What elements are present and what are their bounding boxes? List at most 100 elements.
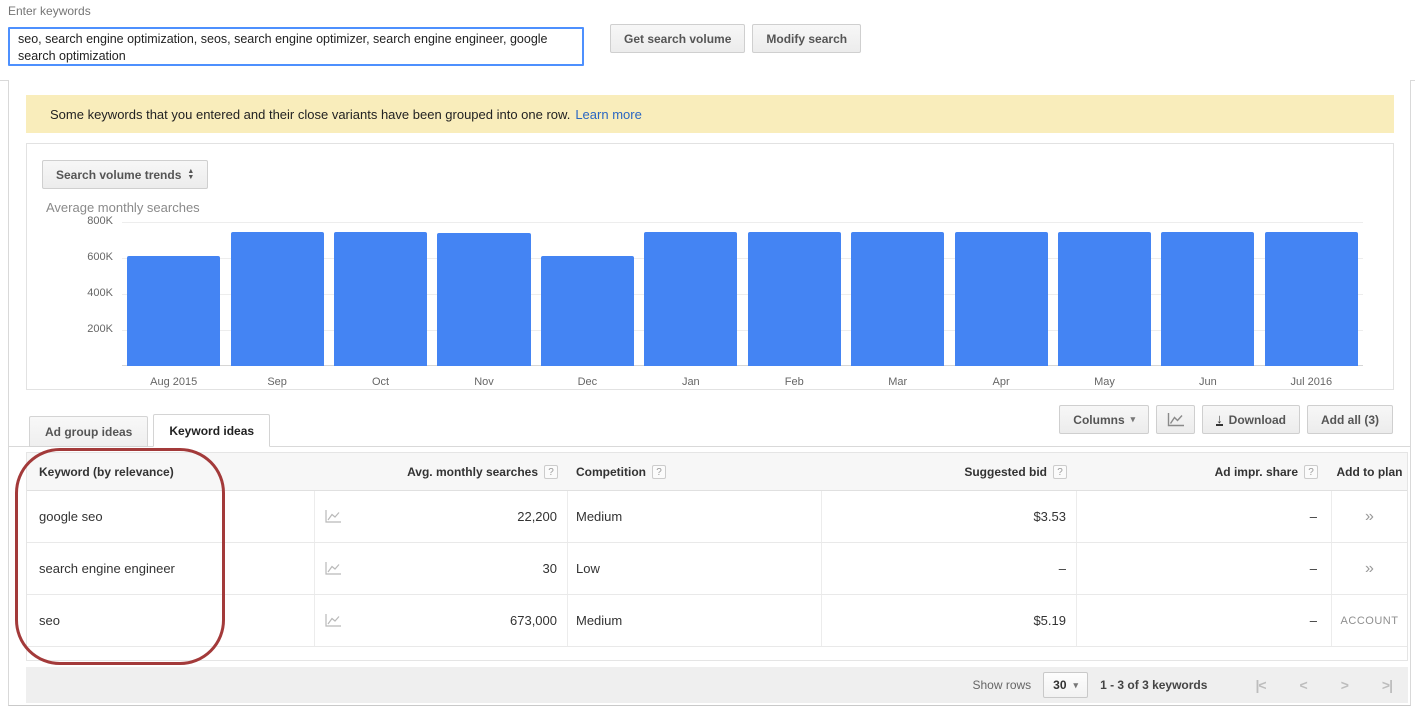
header-keyword-label: Keyword (by relevance) bbox=[39, 465, 174, 479]
chart-bar[interactable] bbox=[748, 232, 841, 366]
x-axis-label: Aug 2015 bbox=[122, 376, 225, 388]
table-row: search engine engineer 30 Low – – » bbox=[27, 543, 1407, 595]
header-suggested-bid[interactable]: Suggested bid ? bbox=[822, 453, 1077, 490]
help-icon[interactable]: ? bbox=[652, 465, 666, 479]
chart-bar[interactable] bbox=[1058, 232, 1151, 366]
ad-impr-share-cell: – bbox=[1077, 543, 1332, 594]
download-button[interactable]: ↓ Download bbox=[1202, 405, 1300, 434]
chart-bar-slot: Mar bbox=[846, 222, 949, 366]
suggested-bid-cell: – bbox=[822, 543, 1077, 594]
chart-bar[interactable] bbox=[334, 232, 427, 366]
chart-subtitle: Average monthly searches bbox=[46, 200, 200, 215]
header-plan-label: Add to plan bbox=[1337, 465, 1403, 479]
avg-searches-value: 30 bbox=[543, 561, 557, 576]
keyword-cell: google seo bbox=[27, 491, 315, 542]
chart-bar[interactable] bbox=[127, 256, 220, 366]
competition-cell: Medium bbox=[568, 595, 822, 646]
avg-searches-cell: 30 bbox=[315, 543, 568, 594]
table-row: seo 673,000 Medium $5.19 – ACCOUNT bbox=[27, 595, 1407, 647]
chart-bar-slot: Jun bbox=[1156, 222, 1259, 366]
x-axis-label: Feb bbox=[743, 376, 846, 388]
notice-bar: Some keywords that you entered and their… bbox=[26, 95, 1394, 133]
caret-down-icon: ▾ bbox=[1131, 414, 1136, 425]
tabs: Ad group ideas Keyword ideas bbox=[29, 414, 270, 447]
x-axis-label: Nov bbox=[432, 376, 535, 388]
sort-down-icon: ▼ bbox=[187, 175, 194, 181]
prev-page-button[interactable]: < bbox=[1300, 677, 1307, 693]
chart-bar[interactable] bbox=[541, 256, 634, 366]
download-icon: ↓ bbox=[1216, 413, 1223, 426]
first-page-button[interactable]: |< bbox=[1255, 677, 1265, 693]
rows-per-page-select[interactable]: 30 ▾ bbox=[1043, 672, 1088, 698]
header-avg-label: Avg. monthly searches bbox=[407, 465, 538, 479]
y-axis-tick-800k: 800K bbox=[73, 215, 113, 227]
chart-bar-slot: Sep bbox=[225, 222, 328, 366]
modify-search-button[interactable]: Modify search bbox=[752, 24, 861, 53]
add-all-button[interactable]: Add all (3) bbox=[1307, 405, 1393, 434]
columns-label: Columns bbox=[1073, 413, 1124, 427]
top-buttons: Get search volume Modify search bbox=[610, 24, 861, 53]
keywords-input[interactable]: seo, search engine optimization, seos, s… bbox=[8, 27, 584, 66]
chart-bar-slot: May bbox=[1053, 222, 1156, 366]
ad-impr-share-cell: – bbox=[1077, 595, 1332, 646]
next-page-button[interactable]: > bbox=[1341, 677, 1348, 693]
chart-bar[interactable] bbox=[231, 232, 324, 366]
trend-icon[interactable] bbox=[325, 510, 341, 523]
chart-bar[interactable] bbox=[1265, 232, 1358, 366]
tab-ad-group-ideas[interactable]: Ad group ideas bbox=[29, 416, 148, 447]
x-axis-label: May bbox=[1053, 376, 1156, 388]
show-rows-label: Show rows bbox=[972, 678, 1031, 692]
header-keyword[interactable]: Keyword (by relevance) bbox=[27, 453, 315, 490]
x-axis-label: Jul 2016 bbox=[1260, 376, 1363, 388]
header-competition[interactable]: Competition ? bbox=[568, 453, 822, 490]
chart-bar[interactable] bbox=[851, 232, 944, 366]
tab-keyword-ideas[interactable]: Keyword ideas bbox=[153, 414, 270, 447]
header-share-label: Ad impr. share bbox=[1215, 465, 1298, 479]
header-ad-impr-share[interactable]: Ad impr. share ? bbox=[1077, 453, 1332, 490]
account-label: ACCOUNT bbox=[1341, 615, 1399, 627]
suggested-bid-cell: $5.19 bbox=[822, 595, 1077, 646]
ad-impr-share-cell: – bbox=[1077, 491, 1332, 542]
help-icon[interactable]: ? bbox=[1053, 465, 1067, 479]
chart-bar[interactable] bbox=[437, 233, 530, 366]
add-to-plan-chevrons-icon[interactable]: » bbox=[1365, 560, 1374, 578]
x-axis-label: Jun bbox=[1156, 376, 1259, 388]
header-avg-monthly-searches[interactable]: Avg. monthly searches ? bbox=[315, 453, 568, 490]
add-to-plan-cell: ACCOUNT bbox=[1332, 595, 1407, 646]
get-search-volume-button[interactable]: Get search volume bbox=[610, 24, 745, 53]
columns-dropdown-button[interactable]: Columns ▾ bbox=[1059, 405, 1149, 434]
table-header-row: Keyword (by relevance) Avg. monthly sear… bbox=[27, 453, 1407, 491]
notice-text: Some keywords that you entered and their… bbox=[50, 107, 570, 122]
keyword-planner-screen: Enter keywords seo, search engine optimi… bbox=[0, 0, 1415, 709]
chart-bar-slot: Jan bbox=[639, 222, 742, 366]
chart-view-button[interactable] bbox=[1156, 405, 1195, 434]
avg-searches-value: 673,000 bbox=[510, 613, 557, 628]
add-to-plan-chevrons-icon[interactable]: » bbox=[1365, 508, 1374, 526]
learn-more-link[interactable]: Learn more bbox=[575, 107, 641, 122]
keyword-cell: seo bbox=[27, 595, 315, 646]
chart-bar-slot: Oct bbox=[329, 222, 432, 366]
search-volume-trends-dropdown[interactable]: Search volume trends ▲ ▼ bbox=[42, 160, 208, 189]
avg-searches-cell: 22,200 bbox=[315, 491, 568, 542]
chart-bar-slot: Jul 2016 bbox=[1260, 222, 1363, 366]
last-page-button[interactable]: >| bbox=[1382, 677, 1392, 693]
page-range-text: 1 - 3 of 3 keywords bbox=[1100, 678, 1207, 692]
x-axis-label: Jan bbox=[639, 376, 742, 388]
avg-searches-cell: 673,000 bbox=[315, 595, 568, 646]
chart-bar[interactable] bbox=[644, 232, 737, 366]
header-add-to-plan: Add to plan bbox=[1332, 453, 1407, 490]
trend-icon[interactable] bbox=[325, 614, 341, 627]
chart-bar[interactable] bbox=[955, 232, 1048, 366]
toolbar: Columns ▾ ↓ Download Add all (3) bbox=[1059, 405, 1393, 434]
trend-icon[interactable] bbox=[325, 562, 341, 575]
chart-card: Search volume trends ▲ ▼ Average monthly… bbox=[26, 143, 1394, 390]
table-filler bbox=[27, 647, 1407, 660]
trend-chart-icon bbox=[1167, 413, 1184, 427]
y-axis-tick-600k: 600K bbox=[73, 251, 113, 263]
help-icon[interactable]: ? bbox=[544, 465, 558, 479]
help-icon[interactable]: ? bbox=[1304, 465, 1318, 479]
chart-bar-slot: Nov bbox=[432, 222, 535, 366]
x-axis-label: Mar bbox=[846, 376, 949, 388]
chart-bar[interactable] bbox=[1161, 232, 1254, 366]
x-axis-label: Oct bbox=[329, 376, 432, 388]
